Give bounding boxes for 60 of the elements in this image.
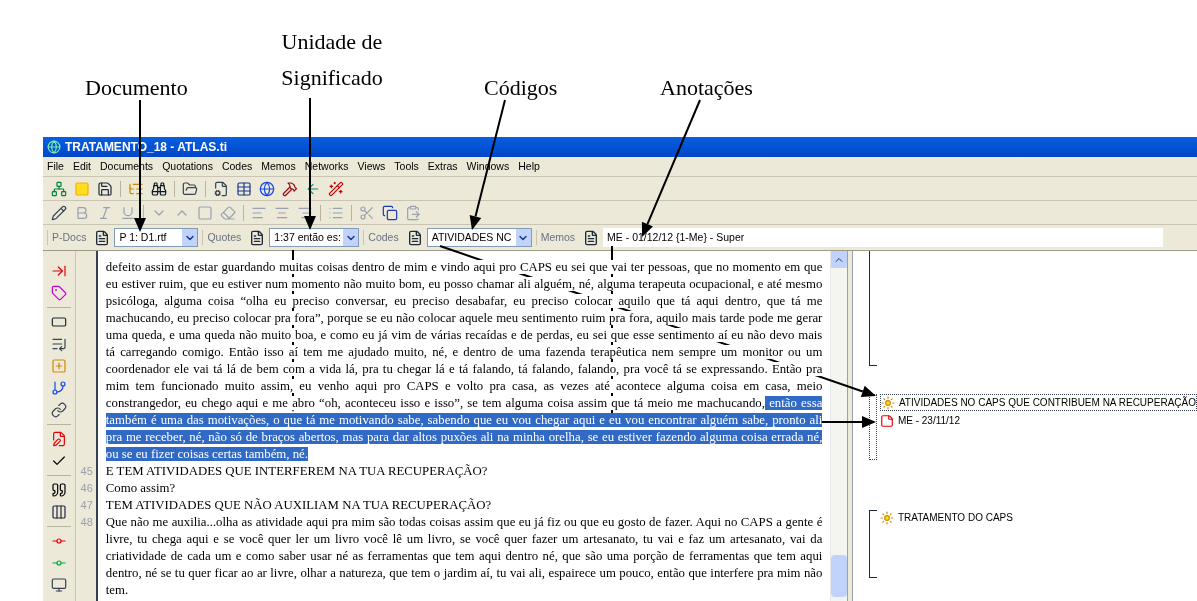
globe-icon[interactable] xyxy=(259,180,275,197)
copy-icon[interactable] xyxy=(382,204,398,221)
selector-label: Memos xyxy=(535,229,580,246)
branch-icon[interactable] xyxy=(51,380,68,396)
memo-icon xyxy=(879,413,894,428)
memo-label[interactable]: ME - 23/11/12 xyxy=(897,413,960,428)
columns-icon[interactable] xyxy=(51,504,68,520)
hammer-icon[interactable] xyxy=(282,180,298,197)
code-icon xyxy=(880,395,895,410)
rectangle-icon[interactable] xyxy=(51,314,68,330)
menu-item[interactable]: File xyxy=(47,158,64,175)
combo-box[interactable]: P 1: D1.rtf xyxy=(114,228,199,247)
selector-label: P-Docs xyxy=(47,229,91,246)
menu-item[interactable]: Help xyxy=(518,158,540,175)
quote-bracket[interactable] xyxy=(868,251,877,366)
search-icon[interactable] xyxy=(151,180,167,197)
open-folder-icon[interactable] xyxy=(182,180,198,197)
network-icon[interactable] xyxy=(51,180,67,197)
menu-item[interactable]: Extras xyxy=(427,158,458,175)
monitor-icon[interactable] xyxy=(51,577,68,593)
tag-icon[interactable] xyxy=(51,285,68,301)
document-icon xyxy=(94,229,111,246)
scroll-thumb[interactable] xyxy=(831,555,847,597)
save-icon[interactable] xyxy=(97,180,113,197)
document-icon xyxy=(583,229,600,246)
pencil-icon[interactable] xyxy=(51,204,67,221)
memo-icon[interactable] xyxy=(51,431,68,447)
app-icon xyxy=(47,140,61,154)
document-icon xyxy=(406,229,423,246)
line-number: 45 xyxy=(80,465,93,477)
document-settings-icon[interactable] xyxy=(213,180,229,197)
list-icon[interactable] xyxy=(51,336,68,352)
quote-icon[interactable] xyxy=(51,482,68,498)
document-icon xyxy=(249,229,266,246)
memo-field[interactable]: ME - 01/12/12 {1-Me} - Super xyxy=(603,228,1164,247)
callout-label: Anotações xyxy=(660,74,754,102)
code-icon xyxy=(879,510,894,525)
scrollbar[interactable] xyxy=(830,251,847,601)
callout-label: Documento xyxy=(85,74,189,102)
menu-item[interactable]: Quotations xyxy=(162,158,213,175)
menu-item[interactable]: Views xyxy=(357,158,386,175)
menu-item[interactable]: Tools xyxy=(394,158,419,175)
menu-item[interactable]: Edit xyxy=(72,158,91,175)
callout-label: Unidade de Significado xyxy=(280,28,384,92)
selector-label: Quotes xyxy=(202,229,246,246)
callout-label: Códigos xyxy=(484,74,559,102)
menu-item[interactable]: Memos xyxy=(261,158,296,175)
line-number: 46 xyxy=(80,482,93,494)
combo-box[interactable]: ATIVIDADES NC xyxy=(426,228,532,247)
selector-label: Codes xyxy=(363,229,403,246)
quote-bracket[interactable] xyxy=(868,510,877,578)
line-number: 47 xyxy=(80,499,93,511)
arrow-right-icon[interactable] xyxy=(51,263,68,279)
combo-box[interactable]: 1:37 então es: xyxy=(269,228,360,247)
table-icon[interactable] xyxy=(236,180,252,197)
menu-item[interactable]: Codes xyxy=(221,158,253,175)
line-number: 48 xyxy=(80,516,93,528)
wand-icon[interactable] xyxy=(328,180,344,197)
link-icon[interactable] xyxy=(51,402,68,418)
code-label[interactable]: TRATAMENTO DO CAPS xyxy=(897,510,1013,525)
